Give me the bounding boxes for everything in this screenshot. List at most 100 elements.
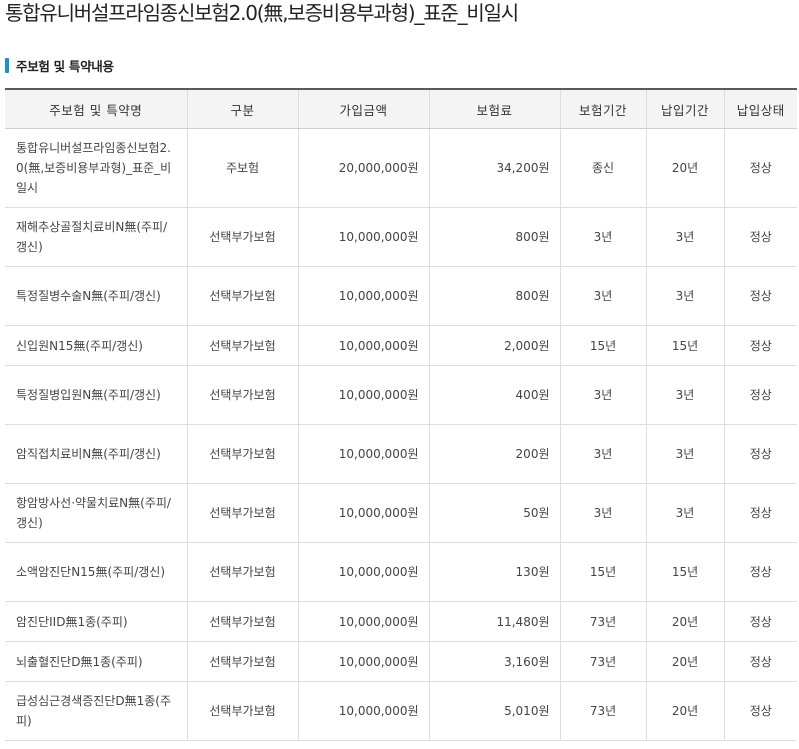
cell-status: 정상 [723,424,797,484]
cell-name: 암진단IID無1종(주피) [5,601,187,642]
cell-name: 뇌출혈진단D無1종(주피) [5,641,187,682]
cell-premium: 200원 [428,424,560,484]
cell-premium: 400원 [428,365,560,425]
cell-amount: 10,000,000원 [297,207,429,267]
section-accent-bar [5,58,9,73]
cell-period: 15년 [559,542,646,602]
cell-amount: 20,000,000원 [297,128,429,208]
column-header-premium: 보험료 [428,89,560,129]
column-header-payment-period: 납입기간 [645,89,724,129]
cell-name: 항암방사선·약물치료N無(주피/갱신) [5,483,187,543]
cell-amount: 10,000,000원 [297,601,429,642]
cell-amount: 10,000,000원 [297,483,429,543]
cell-status: 정상 [723,325,797,366]
cell-type: 선택부가보험 [186,641,298,682]
cell-status: 정상 [723,641,797,682]
cell-payment-period: 3년 [645,483,724,543]
table-row: 암진단IID無1종(주피) 선택부가보험 10,000,000원 11,480원… [5,601,797,642]
cell-payment-period: 20년 [645,641,724,682]
cell-status: 정상 [723,365,797,425]
coverage-table: 주보험 및 특약명 구분 가입금액 보험료 보험기간 납입기간 납입상태 통합유… [5,88,797,741]
cell-type: 선택부가보험 [186,542,298,602]
cell-premium: 34,200원 [428,128,560,208]
cell-premium: 800원 [428,266,560,326]
cell-type: 선택부가보험 [186,681,298,741]
cell-status: 정상 [723,266,797,326]
cell-payment-period: 3년 [645,207,724,267]
cell-name: 특정질병수술N無(주피/갱신) [5,266,187,326]
table-row: 특정질병수술N無(주피/갱신) 선택부가보험 10,000,000원 800원 … [5,266,797,326]
cell-period: 73년 [559,681,646,741]
cell-type: 선택부가보험 [186,207,298,267]
cell-type: 선택부가보험 [186,483,298,543]
cell-payment-period: 3년 [645,266,724,326]
cell-amount: 10,000,000원 [297,542,429,602]
cell-status: 정상 [723,128,797,208]
cell-period: 3년 [559,365,646,425]
table-row: 재해추상골절치료비N無(주피/갱신) 선택부가보험 10,000,000원 80… [5,207,797,267]
cell-premium: 5,010원 [428,681,560,741]
table-row: 항암방사선·약물치료N無(주피/갱신) 선택부가보험 10,000,000원 5… [5,483,797,543]
cell-status: 정상 [723,542,797,602]
table-row: 암직접치료비N無(주피/갱신) 선택부가보험 10,000,000원 200원 … [5,424,797,484]
cell-premium: 800원 [428,207,560,267]
cell-amount: 10,000,000원 [297,365,429,425]
cell-period: 15년 [559,325,646,366]
cell-premium: 130원 [428,542,560,602]
column-header-status: 납입상태 [723,89,797,129]
cell-name: 암직접치료비N無(주피/갱신) [5,424,187,484]
cell-amount: 10,000,000원 [297,681,429,741]
cell-period: 3년 [559,266,646,326]
cell-premium: 3,160원 [428,641,560,682]
cell-payment-period: 15년 [645,325,724,366]
cell-name: 소액암진단N15無(주피/갱신) [5,542,187,602]
table-row: 급성심근경색증진단D無1종(주피) 선택부가보험 10,000,000원 5,0… [5,681,797,741]
cell-name: 급성심근경색증진단D無1종(주피) [5,681,187,741]
cell-status: 정상 [723,681,797,741]
cell-premium: 11,480원 [428,601,560,642]
cell-payment-period: 15년 [645,542,724,602]
cell-name: 신입원N15無(주피/갱신) [5,325,187,366]
cell-type: 선택부가보험 [186,325,298,366]
cell-period: 73년 [559,601,646,642]
cell-amount: 10,000,000원 [297,266,429,326]
cell-amount: 10,000,000원 [297,424,429,484]
cell-payment-period: 20년 [645,601,724,642]
section-title: 주보험 및 특약내용 [16,59,114,74]
cell-premium: 50원 [428,483,560,543]
cell-amount: 10,000,000원 [297,641,429,682]
cell-type: 선택부가보험 [186,365,298,425]
cell-type: 선택부가보험 [186,424,298,484]
table-row: 특정질병입원N無(주피/갱신) 선택부가보험 10,000,000원 400원 … [5,365,797,425]
cell-status: 정상 [723,483,797,543]
cell-status: 정상 [723,207,797,267]
cell-type: 선택부가보험 [186,601,298,642]
cell-payment-period: 20년 [645,128,724,208]
table-header-row: 주보험 및 특약명 구분 가입금액 보험료 보험기간 납입기간 납입상태 [5,89,797,129]
section-header: 주보험 및 특약내용 [5,57,114,74]
cell-payment-period: 20년 [645,681,724,741]
cell-period: 73년 [559,641,646,682]
table-row: 뇌출혈진단D無1종(주피) 선택부가보험 10,000,000원 3,160원 … [5,641,797,682]
cell-status: 정상 [723,601,797,642]
cell-period: 3년 [559,207,646,267]
column-header-name: 주보험 및 특약명 [5,89,187,129]
column-header-amount: 가입금액 [297,89,429,129]
table-row: 통합유니버설프라임종신보험2.0(無,보증비용부과형)_표준_비일시 주보험 2… [5,128,797,208]
table-row: 신입원N15無(주피/갱신) 선택부가보험 10,000,000원 2,000원… [5,325,797,366]
cell-period: 3년 [559,483,646,543]
page-title: 통합유니버설프라임종신보험2.0(無,보증비용부과형)_표준_비일시 [5,1,519,25]
cell-period: 종신 [559,128,646,208]
table-row: 소액암진단N15無(주피/갱신) 선택부가보험 10,000,000원 130원… [5,542,797,602]
cell-name: 통합유니버설프라임종신보험2.0(無,보증비용부과형)_표준_비일시 [5,128,187,208]
cell-name: 특정질병입원N無(주피/갱신) [5,365,187,425]
cell-amount: 10,000,000원 [297,325,429,366]
cell-payment-period: 3년 [645,424,724,484]
cell-premium: 2,000원 [428,325,560,366]
cell-type: 주보험 [186,128,298,208]
column-header-type: 구분 [186,89,298,129]
cell-period: 3년 [559,424,646,484]
cell-payment-period: 3년 [645,365,724,425]
column-header-period: 보험기간 [559,89,646,129]
cell-name: 재해추상골절치료비N無(주피/갱신) [5,207,187,267]
